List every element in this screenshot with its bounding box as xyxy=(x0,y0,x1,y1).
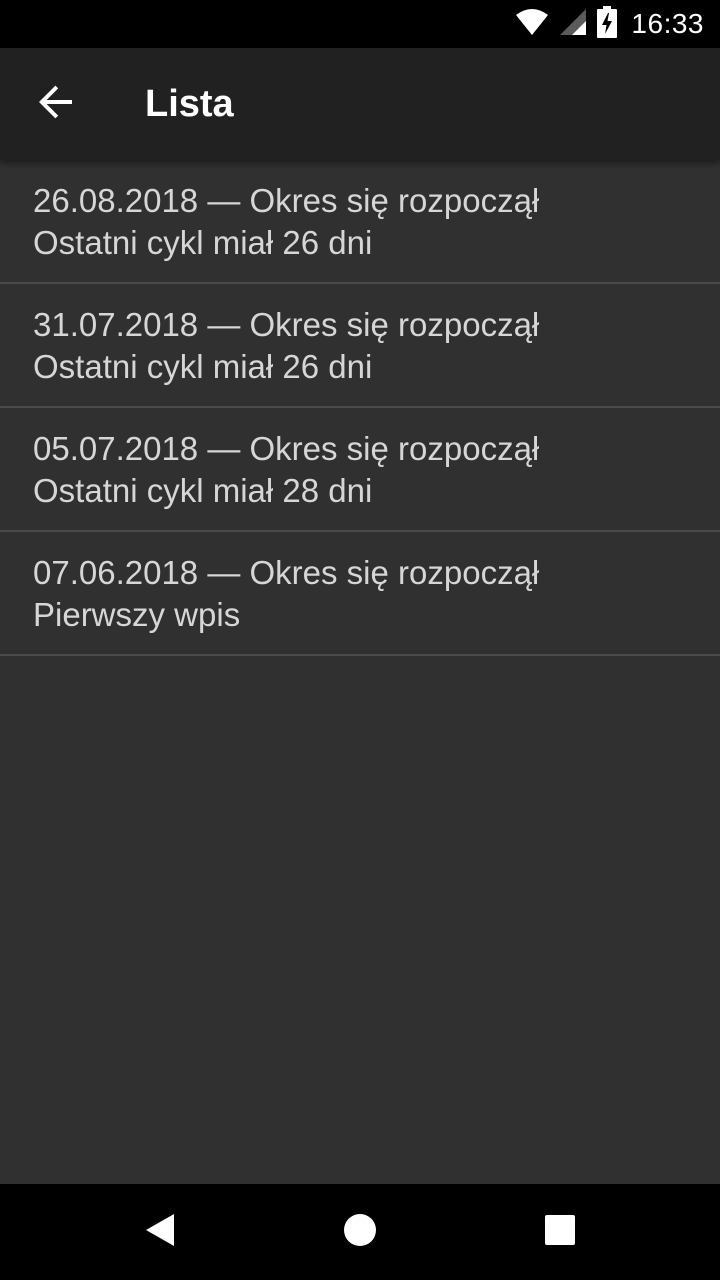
nav-home-icon xyxy=(343,1213,377,1252)
list-item-subtitle: Ostatni cykl miał 26 dni xyxy=(33,224,373,261)
list-item[interactable]: 31.07.2018 — Okres się rozpoczął Ostatni… xyxy=(0,284,720,408)
nav-home-button[interactable] xyxy=(312,1184,408,1280)
wifi-icon xyxy=(515,8,549,41)
nav-recents-icon xyxy=(544,1214,576,1251)
list-item[interactable]: 05.07.2018 — Okres się rozpoczął Ostatni… xyxy=(0,408,720,532)
screen: 16:33 Lista 26.08.2018 — Okres się rozpo… xyxy=(0,0,720,1280)
list-item-title: 05.07.2018 — Okres się rozpoczął xyxy=(33,430,540,467)
nav-recents-button[interactable] xyxy=(512,1184,608,1280)
page-title: Lista xyxy=(145,83,234,125)
list-item-subtitle: Ostatni cykl miał 28 dni xyxy=(33,472,373,509)
list-item-subtitle: Ostatni cykl miał 26 dni xyxy=(33,348,373,385)
navigation-bar xyxy=(0,1184,720,1280)
status-bar: 16:33 xyxy=(0,0,720,48)
list-item-title: 26.08.2018 — Okres się rozpoczął xyxy=(33,182,540,219)
nav-back-icon xyxy=(143,1212,177,1253)
signal-icon xyxy=(559,8,587,41)
nav-back-button[interactable] xyxy=(112,1184,208,1280)
app-bar: Lista xyxy=(0,48,720,160)
list-item[interactable]: 07.06.2018 — Okres się rozpoczął Pierwsz… xyxy=(0,532,720,656)
arrow-left-icon xyxy=(38,84,74,125)
list-item[interactable]: 26.08.2018 — Okres się rozpoczął Ostatni… xyxy=(0,160,720,284)
battery-charging-icon xyxy=(597,5,618,43)
back-button[interactable] xyxy=(24,72,88,136)
list-item-title: 31.07.2018 — Okres się rozpoczął xyxy=(33,306,540,343)
status-icons: 16:33 xyxy=(515,0,704,48)
status-time: 16:33 xyxy=(631,8,704,39)
list-item-subtitle: Pierwszy wpis xyxy=(33,596,241,633)
period-list: 26.08.2018 — Okres się rozpoczął Ostatni… xyxy=(0,160,720,656)
list-item-title: 07.06.2018 — Okres się rozpoczął xyxy=(33,554,540,591)
